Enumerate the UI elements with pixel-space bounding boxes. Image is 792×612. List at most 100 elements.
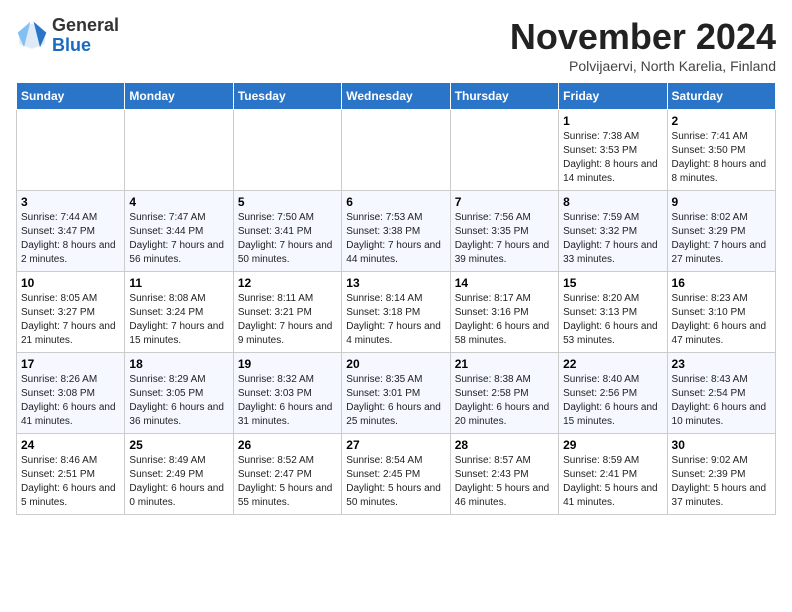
calendar-cell: 24 Sunrise: 8:46 AMSunset: 2:51 PMDayligh… xyxy=(17,434,125,515)
calendar-body: 1Sunrise: 7:38 AMSunset: 3:53 PMDaylight… xyxy=(17,110,776,515)
calendar-table: SundayMondayTuesdayWednesdayThursdayFrid… xyxy=(16,82,776,515)
day-info: Sunrise: 8:05 AMSunset: 3:27 PMDaylight:… xyxy=(21,292,120,348)
day-number: 7 xyxy=(455,195,554,209)
calendar-cell: 8 Sunrise: 7:59 AMSunset: 3:32 PMDaylight… xyxy=(559,191,667,272)
calendar-cell xyxy=(233,110,341,191)
calendar-week-4: 17 Sunrise: 8:26 AMSunset: 3:08 PMDayligh… xyxy=(17,353,776,434)
day-number: 20 xyxy=(346,357,445,371)
day-info: Sunrise: 7:56 AMSunset: 3:35 PMDaylight:… xyxy=(455,211,554,267)
day-number: 25 xyxy=(129,438,228,452)
day-number: 2 xyxy=(672,114,771,128)
calendar-cell: 4 Sunrise: 7:47 AMSunset: 3:44 PMDaylight… xyxy=(125,191,233,272)
page-header: General Blue November 2024 Polvijaervi, … xyxy=(16,16,776,74)
calendar-cell: 15 Sunrise: 8:20 AMSunset: 3:13 PMDayligh… xyxy=(559,272,667,353)
calendar-cell: 21 Sunrise: 8:38 AMSunset: 2:58 PMDayligh… xyxy=(450,353,558,434)
weekday-header-thursday: Thursday xyxy=(450,83,558,110)
day-info: Sunrise: 8:14 AMSunset: 3:18 PMDaylight:… xyxy=(346,292,445,348)
weekday-header-row: SundayMondayTuesdayWednesdayThursdayFrid… xyxy=(17,83,776,110)
day-number: 27 xyxy=(346,438,445,452)
day-info: Sunrise: 8:20 AMSunset: 3:13 PMDaylight:… xyxy=(563,292,662,348)
day-number: 26 xyxy=(238,438,337,452)
day-info: Sunrise: 8:49 AMSunset: 2:49 PMDaylight:… xyxy=(129,454,228,510)
weekday-header-sunday: Sunday xyxy=(17,83,125,110)
month-title: November 2024 xyxy=(510,16,776,58)
day-number: 24 xyxy=(21,438,120,452)
calendar-cell xyxy=(125,110,233,191)
day-number: 29 xyxy=(563,438,662,452)
day-number: 5 xyxy=(238,195,337,209)
day-info: Sunrise: 8:29 AMSunset: 3:05 PMDaylight:… xyxy=(129,373,228,429)
day-info: Sunrise: 7:50 AMSunset: 3:41 PMDaylight:… xyxy=(238,211,337,267)
calendar-cell: 17 Sunrise: 8:26 AMSunset: 3:08 PMDayligh… xyxy=(17,353,125,434)
logo: General Blue xyxy=(16,16,119,56)
day-number: 19 xyxy=(238,357,337,371)
title-block: November 2024 Polvijaervi, North Karelia… xyxy=(510,16,776,74)
day-info: Sunrise: 8:38 AMSunset: 2:58 PMDaylight:… xyxy=(455,373,554,429)
day-info: Sunrise: 8:54 AMSunset: 2:45 PMDaylight:… xyxy=(346,454,445,510)
day-info: Sunrise: 8:57 AMSunset: 2:43 PMDaylight:… xyxy=(455,454,554,510)
calendar-cell: 11 Sunrise: 8:08 AMSunset: 3:24 PMDayligh… xyxy=(125,272,233,353)
calendar-cell xyxy=(450,110,558,191)
calendar-cell: 1Sunrise: 7:38 AMSunset: 3:53 PMDaylight… xyxy=(559,110,667,191)
day-info: Sunrise: 7:44 AMSunset: 3:47 PMDaylight:… xyxy=(21,211,120,267)
calendar-cell: 19Sunrise: 8:32 AMSunset: 3:03 PMDayligh… xyxy=(233,353,341,434)
calendar-week-1: 1Sunrise: 7:38 AMSunset: 3:53 PMDaylight… xyxy=(17,110,776,191)
calendar-cell: 13Sunrise: 8:14 AMSunset: 3:18 PMDayligh… xyxy=(342,272,450,353)
calendar-week-3: 10 Sunrise: 8:05 AMSunset: 3:27 PMDayligh… xyxy=(17,272,776,353)
day-number: 12 xyxy=(238,276,337,290)
day-number: 17 xyxy=(21,357,120,371)
calendar-cell xyxy=(17,110,125,191)
calendar-cell: 16Sunrise: 8:23 AMSunset: 3:10 PMDayligh… xyxy=(667,272,775,353)
calendar-cell: 25 Sunrise: 8:49 AMSunset: 2:49 PMDayligh… xyxy=(125,434,233,515)
day-number: 9 xyxy=(672,195,771,209)
day-number: 30 xyxy=(672,438,771,452)
calendar-cell: 26Sunrise: 8:52 AMSunset: 2:47 PMDayligh… xyxy=(233,434,341,515)
day-info: Sunrise: 8:17 AMSunset: 3:16 PMDaylight:… xyxy=(455,292,554,348)
calendar-header: SundayMondayTuesdayWednesdayThursdayFrid… xyxy=(17,83,776,110)
day-info: Sunrise: 8:40 AMSunset: 2:56 PMDaylight:… xyxy=(563,373,662,429)
calendar-cell: 27 Sunrise: 8:54 AMSunset: 2:45 PMDayligh… xyxy=(342,434,450,515)
calendar-cell: 2 Sunrise: 7:41 AMSunset: 3:50 PMDaylight… xyxy=(667,110,775,191)
calendar-cell: 6 Sunrise: 7:53 AMSunset: 3:38 PMDaylight… xyxy=(342,191,450,272)
day-number: 10 xyxy=(21,276,120,290)
day-info: Sunrise: 8:46 AMSunset: 2:51 PMDaylight:… xyxy=(21,454,120,510)
location: Polvijaervi, North Karelia, Finland xyxy=(510,58,776,74)
day-info: Sunrise: 8:11 AMSunset: 3:21 PMDaylight:… xyxy=(238,292,337,348)
day-number: 22 xyxy=(563,357,662,371)
calendar-week-2: 3Sunrise: 7:44 AMSunset: 3:47 PMDaylight… xyxy=(17,191,776,272)
day-info: Sunrise: 7:47 AMSunset: 3:44 PMDaylight:… xyxy=(129,211,228,267)
calendar-cell: 7 Sunrise: 7:56 AMSunset: 3:35 PMDaylight… xyxy=(450,191,558,272)
calendar-cell: 12 Sunrise: 8:11 AMSunset: 3:21 PMDayligh… xyxy=(233,272,341,353)
calendar-cell: 10 Sunrise: 8:05 AMSunset: 3:27 PMDayligh… xyxy=(17,272,125,353)
weekday-header-friday: Friday xyxy=(559,83,667,110)
calendar-cell: 23Sunrise: 8:43 AMSunset: 2:54 PMDayligh… xyxy=(667,353,775,434)
day-info: Sunrise: 9:02 AMSunset: 2:39 PMDaylight:… xyxy=(672,454,771,510)
calendar-cell: 9 Sunrise: 8:02 AMSunset: 3:29 PMDaylight… xyxy=(667,191,775,272)
calendar-cell: 3Sunrise: 7:44 AMSunset: 3:47 PMDaylight… xyxy=(17,191,125,272)
day-info: Sunrise: 8:08 AMSunset: 3:24 PMDaylight:… xyxy=(129,292,228,348)
logo-icon xyxy=(16,20,48,52)
calendar-cell: 22 Sunrise: 8:40 AMSunset: 2:56 PMDayligh… xyxy=(559,353,667,434)
weekday-header-saturday: Saturday xyxy=(667,83,775,110)
day-info: Sunrise: 7:59 AMSunset: 3:32 PMDaylight:… xyxy=(563,211,662,267)
day-number: 21 xyxy=(455,357,554,371)
day-number: 15 xyxy=(563,276,662,290)
calendar-cell: 28 Sunrise: 8:57 AMSunset: 2:43 PMDayligh… xyxy=(450,434,558,515)
calendar-cell: 5 Sunrise: 7:50 AMSunset: 3:41 PMDaylight… xyxy=(233,191,341,272)
day-info: Sunrise: 8:26 AMSunset: 3:08 PMDaylight:… xyxy=(21,373,120,429)
weekday-header-monday: Monday xyxy=(125,83,233,110)
day-number: 23 xyxy=(672,357,771,371)
day-info: Sunrise: 8:02 AMSunset: 3:29 PMDaylight:… xyxy=(672,211,771,267)
calendar-cell: 20Sunrise: 8:35 AMSunset: 3:01 PMDayligh… xyxy=(342,353,450,434)
weekday-header-wednesday: Wednesday xyxy=(342,83,450,110)
day-info: Sunrise: 7:53 AMSunset: 3:38 PMDaylight:… xyxy=(346,211,445,267)
day-number: 8 xyxy=(563,195,662,209)
day-number: 4 xyxy=(129,195,228,209)
day-number: 6 xyxy=(346,195,445,209)
day-info: Sunrise: 7:38 AMSunset: 3:53 PMDaylight:… xyxy=(563,130,662,186)
day-info: Sunrise: 7:41 AMSunset: 3:50 PMDaylight:… xyxy=(672,130,771,186)
day-number: 11 xyxy=(129,276,228,290)
calendar-cell: 18 Sunrise: 8:29 AMSunset: 3:05 PMDayligh… xyxy=(125,353,233,434)
day-number: 28 xyxy=(455,438,554,452)
day-number: 18 xyxy=(129,357,228,371)
